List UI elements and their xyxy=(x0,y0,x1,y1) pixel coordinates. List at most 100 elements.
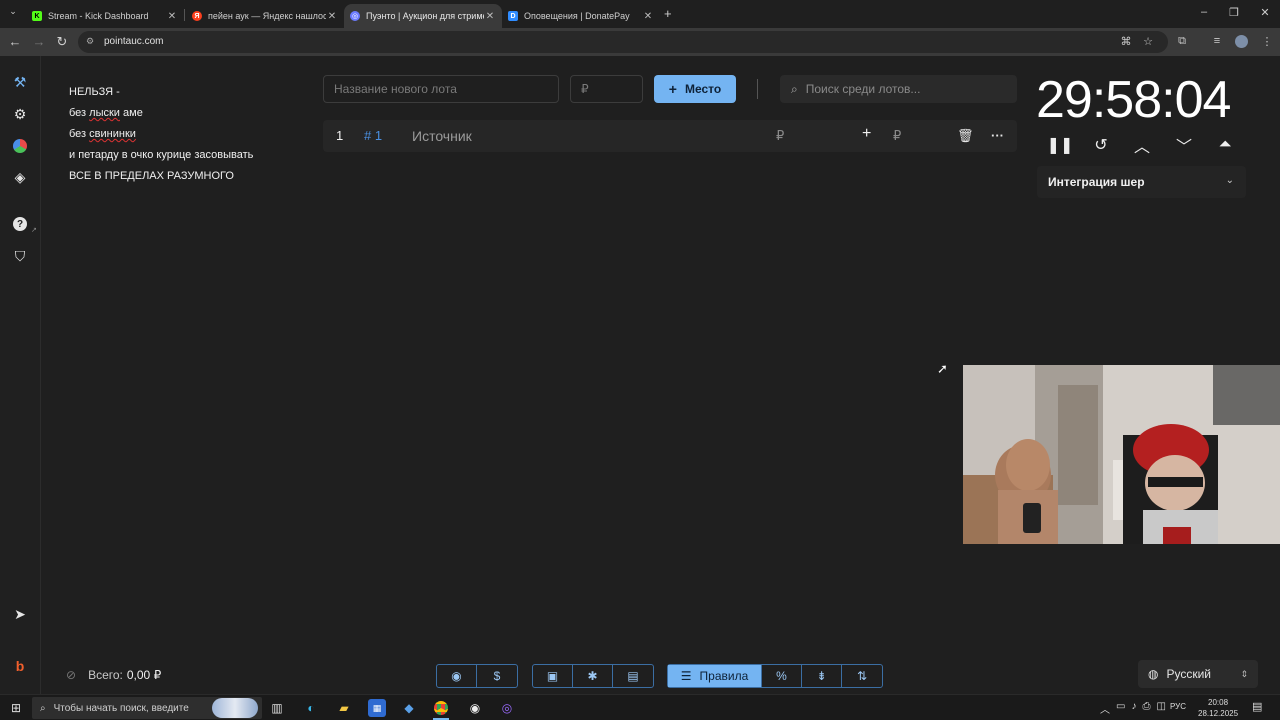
double-increase-icon[interactable]: ⏶ xyxy=(1214,134,1236,156)
close-tab-icon[interactable]: ✕ xyxy=(326,11,338,22)
close-tab-icon[interactable]: ✕ xyxy=(166,11,178,22)
percent-icon[interactable]: % xyxy=(762,665,802,687)
links-button-group: ◉ $ xyxy=(436,664,518,688)
new-tab-icon[interactable]: + xyxy=(664,6,672,21)
tab-title: Stream - Kick Dashboard xyxy=(48,11,149,21)
chevron-down-icon: ⌄ xyxy=(1225,175,1234,186)
tray-icons[interactable]: ▭♪⎙◫ xyxy=(1116,701,1172,712)
reload-icon[interactable]: ↻ xyxy=(54,34,70,50)
delete-trash-icon[interactable]: 🗑 xyxy=(957,128,974,144)
chrome-icon[interactable] xyxy=(432,699,450,717)
increase-time-icon[interactable]: ︿ xyxy=(1131,134,1153,156)
search-highlight-icon xyxy=(212,698,258,718)
webcam-overlay xyxy=(963,365,1280,544)
tools-button-group: ▣ ✱ ▤ xyxy=(532,664,654,688)
auction-gavel-icon[interactable]: ⚒ xyxy=(10,72,30,92)
layers-icon[interactable]: ◈ xyxy=(10,167,30,187)
kick-icon: K xyxy=(32,11,42,21)
add-lot-button[interactable]: + Место xyxy=(654,75,736,103)
boosty-icon[interactable]: b xyxy=(10,656,30,676)
rules-line: ВСЕ В ПРЕДЕЛАХ РАЗУМНОГО xyxy=(69,170,234,182)
lot-name[interactable]: Источник xyxy=(412,128,472,144)
streaming-app-icon[interactable]: ◎ xyxy=(498,699,516,717)
tab-kick[interactable]: K Stream - Kick Dashboard ✕ xyxy=(26,4,184,28)
more-options-icon[interactable]: ··· xyxy=(991,128,1004,143)
clear-list-icon[interactable]: ▤ xyxy=(613,665,653,687)
save-icon[interactable]: ▣ xyxy=(533,665,573,687)
search-icon: ⌕ xyxy=(791,81,798,96)
profile-avatar[interactable] xyxy=(1235,35,1248,48)
tab-search-button[interactable]: ⌄ xyxy=(6,6,20,20)
lot-search-input[interactable]: ⌕ Поиск среди лотов... xyxy=(780,75,1017,103)
tab-pointauc[interactable]: ◎ Пуэнто | Аукцион для стримеров ✕ xyxy=(344,4,502,28)
external-link-icon: ↗ xyxy=(31,227,37,234)
obs-icon[interactable]: ◉ xyxy=(466,699,484,717)
auction-app: ⚒ ⚙ ◈ ? ↗ ⛉ ➤ b НЕЛЬЗЯ - без лыски аме б… xyxy=(0,56,1280,694)
file-explorer-icon[interactable]: ▰ xyxy=(335,699,353,717)
store-icon[interactable]: ▦ xyxy=(368,699,386,717)
new-lot-name-placeholder: Название нового лота xyxy=(334,82,457,96)
lot-position: 1 xyxy=(336,128,344,143)
new-lot-name-input[interactable]: Название нового лота xyxy=(323,75,559,103)
input-language[interactable]: РУС xyxy=(1170,702,1186,711)
rules-button-label: Правила xyxy=(699,669,749,683)
rules-button[interactable]: ☰ Правила xyxy=(668,665,762,687)
windows-start-icon[interactable]: ⊞ xyxy=(7,699,25,717)
bug-report-icon[interactable]: ✱ xyxy=(573,665,613,687)
pause-icon[interactable]: ❚❚ xyxy=(1047,134,1074,156)
browser-tab-strip: ⌄ K Stream - Kick Dashboard ✕ Я пейен ау… xyxy=(0,0,1280,28)
new-lot-amount-input[interactable]: ₽ xyxy=(570,75,643,103)
github-icon[interactable]: ◉ xyxy=(437,665,477,687)
browser-toolbar: ← → ↻ ⚙ pointauc.com ⌘ ☆ ⧉ ≡ ⋮ xyxy=(0,28,1280,56)
edge-icon[interactable]: ◐ xyxy=(302,699,320,717)
wheel-icon[interactable] xyxy=(10,136,30,156)
lot-id[interactable]: # 1 xyxy=(364,128,382,143)
taskbar-clock[interactable]: 20:08 28.12.2025 xyxy=(1198,697,1238,719)
tab-yandex[interactable]: Я пейен аук — Яндекс нашлось ✕ xyxy=(186,4,344,28)
donate-dollar-icon[interactable]: $ xyxy=(477,665,517,687)
compact-view-icon[interactable]: ⇟ xyxy=(802,665,842,687)
sort-icon[interactable]: ⇅ xyxy=(842,665,882,687)
minimize-icon[interactable]: – xyxy=(1197,6,1211,18)
side-navigation: ⚒ ⚙ ◈ ? ↗ ⛉ ➤ b xyxy=(0,56,41,694)
reset-icon[interactable]: ↺ xyxy=(1090,134,1112,156)
tab-donatepay[interactable]: D Оповещения | DonatePay ✕ xyxy=(502,4,660,28)
telegram-icon[interactable]: ➤ xyxy=(10,604,30,624)
language-label: Русский xyxy=(1166,667,1212,681)
forward-icon[interactable]: → xyxy=(31,34,47,50)
back-icon[interactable]: ← xyxy=(7,34,23,50)
total-amount: ⊘ Всего: 0,00 ₽ xyxy=(66,668,161,682)
extensions-icon[interactable]: ⧉ xyxy=(1175,35,1189,48)
selector-chevron-icon: ⇕ xyxy=(1240,668,1248,679)
close-window-icon[interactable]: ✕ xyxy=(1258,6,1272,19)
tab-title: пейен аук — Яндекс нашлось xyxy=(208,11,326,21)
add-amount-plus-icon[interactable]: + xyxy=(862,125,871,143)
close-tab-icon[interactable]: ✕ xyxy=(642,11,654,22)
webcam-image xyxy=(963,365,1280,544)
browser-menu-icon[interactable]: ⋮ xyxy=(1260,35,1274,48)
notifications-icon[interactable]: ▤ xyxy=(1252,700,1262,713)
shield-icon[interactable]: ⛉ xyxy=(10,246,30,266)
bookmark-star-icon[interactable]: ☆ xyxy=(1141,35,1155,48)
add-amount-currency[interactable]: ₽ xyxy=(893,128,901,144)
address-bar[interactable]: ⚙ pointauc.com xyxy=(78,31,1168,53)
app-icon[interactable]: ◆ xyxy=(400,699,418,717)
rules-line: без свининки xyxy=(69,128,136,140)
tray-chevron-icon[interactable]: ︿ xyxy=(1100,701,1110,716)
rules-list-icon: ☰ xyxy=(680,669,692,683)
help-icon[interactable]: ? xyxy=(10,214,30,234)
site-info-icon[interactable]: ⚙ xyxy=(86,36,94,47)
close-tab-icon[interactable]: ✕ xyxy=(484,11,496,22)
media-control-icon[interactable]: ≡ xyxy=(1210,35,1224,47)
integration-dropdown[interactable]: Интеграция шер ⌄ xyxy=(1037,166,1246,198)
restore-icon[interactable]: ❐ xyxy=(1227,6,1241,19)
settings-gear-icon[interactable]: ⚙ xyxy=(10,104,30,124)
rules-line: НЕЛЬЗЯ - xyxy=(69,86,120,98)
search-placeholder: Поиск среди лотов... xyxy=(805,82,921,96)
url-text: pointauc.com xyxy=(104,36,164,47)
hide-eye-icon[interactable]: ⊘ xyxy=(66,668,76,682)
translate-icon[interactable]: ⌘ xyxy=(1119,35,1133,48)
task-view-icon[interactable]: ▥ xyxy=(268,699,286,717)
decrease-time-icon[interactable]: ﹀ xyxy=(1173,134,1195,156)
language-selector[interactable]: ◍ Русский ⇕ xyxy=(1138,660,1258,688)
